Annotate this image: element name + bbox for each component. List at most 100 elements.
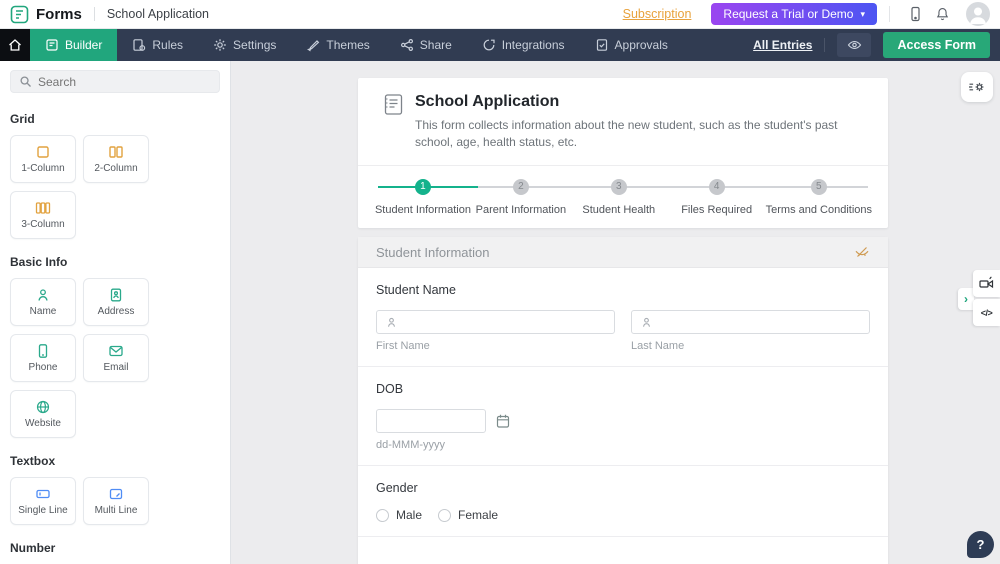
one-column-icon xyxy=(34,144,52,160)
tab-share[interactable]: Share xyxy=(385,29,467,61)
section-title-textbox: Textbox xyxy=(10,454,56,468)
eye-icon xyxy=(847,39,862,51)
fields-sidebar: Grid 1-Column 2-Column xyxy=(0,61,231,564)
home-button[interactable] xyxy=(0,29,30,61)
bell-icon xyxy=(935,6,950,22)
tab-approvals[interactable]: Approvals xyxy=(580,29,683,61)
tab-builder[interactable]: Builder xyxy=(30,29,118,61)
dob-input[interactable] xyxy=(377,410,485,432)
current-form-name: School Application xyxy=(106,7,209,21)
form-canvas: School Application This form collects in… xyxy=(231,61,1000,564)
form-title: School Application xyxy=(415,93,560,110)
caret-down-icon: ▾ xyxy=(860,8,865,19)
person-icon xyxy=(640,316,653,329)
person-icon xyxy=(385,316,398,329)
three-column-icon xyxy=(34,200,52,216)
collapse-panel-button[interactable]: › xyxy=(958,288,974,310)
form-description: This form collects information about the… xyxy=(415,118,838,150)
calendar-icon xyxy=(495,413,511,429)
code-icon: </> xyxy=(980,307,993,318)
tab-settings[interactable]: Settings xyxy=(198,29,291,61)
field-card-address[interactable]: Address xyxy=(83,278,149,326)
tab-themes[interactable]: Themes xyxy=(291,29,384,61)
student-name-field[interactable]: Student Name First Name Last Name xyxy=(358,268,888,367)
field-card-2-column[interactable]: 2-Column xyxy=(83,135,149,183)
subscription-link[interactable]: Subscription xyxy=(623,7,692,21)
form-quick-settings-button[interactable] xyxy=(961,72,993,102)
field-card-multi-line[interactable]: Multi Line xyxy=(83,477,149,525)
search-icon xyxy=(19,75,32,88)
address-card-icon xyxy=(107,287,125,303)
gear-speed-icon xyxy=(968,79,986,95)
field-card-phone[interactable]: Phone xyxy=(10,334,76,382)
rules-icon xyxy=(132,38,146,52)
first-name-caption: First Name xyxy=(376,340,430,352)
mobile-app-button[interactable] xyxy=(902,6,929,22)
field-card-3-column[interactable]: 3-Column xyxy=(10,191,76,239)
single-line-icon xyxy=(34,486,52,502)
topbar-divider xyxy=(93,7,95,21)
calendar-button[interactable] xyxy=(495,413,511,429)
form-document-icon xyxy=(383,93,404,152)
gender-field[interactable]: Gender Male Female xyxy=(358,466,888,537)
last-name-caption: Last Name xyxy=(631,340,685,352)
forms-logo-icon xyxy=(10,5,29,24)
person-icon xyxy=(34,287,52,303)
envelope-icon xyxy=(107,343,125,359)
step-parent-information[interactable]: 2 Parent Information xyxy=(472,178,570,216)
builder-nav-bar: Builder Rules Settings Themes Share Inte… xyxy=(0,29,1000,61)
top-bar: Forms School Application Subscription Re… xyxy=(0,0,1000,29)
dob-field[interactable]: DOB dd-MMM-yyyy xyxy=(358,367,888,466)
home-icon xyxy=(8,38,22,52)
search-input[interactable] xyxy=(38,74,211,89)
notifications-button[interactable] xyxy=(929,6,956,22)
multi-line-icon xyxy=(107,486,125,502)
field-card-name[interactable]: Name xyxy=(10,278,76,326)
gear-icon xyxy=(213,38,227,52)
help-button[interactable]: ? xyxy=(967,531,994,558)
field-card-website[interactable]: Website xyxy=(10,390,76,438)
right-edge-panel: </> xyxy=(973,270,1000,326)
field-card-email[interactable]: Email xyxy=(83,334,149,382)
share-icon xyxy=(400,38,414,52)
radio-icon[interactable] xyxy=(376,508,389,522)
integrations-icon xyxy=(482,38,496,52)
tab-rules[interactable]: Rules xyxy=(117,29,198,61)
user-avatar[interactable] xyxy=(966,2,990,26)
feedback-button[interactable] xyxy=(973,270,1000,297)
dob-format-caption: dd-MMM-yyyy xyxy=(376,439,446,451)
field-card-single-line[interactable]: Single Line xyxy=(10,477,76,525)
step-student-health[interactable]: 3 Student Health xyxy=(570,178,668,216)
two-column-icon xyxy=(107,144,125,160)
section-header-title: Student Information xyxy=(376,244,490,260)
tab-integrations[interactable]: Integrations xyxy=(467,29,580,61)
embed-code-button[interactable]: </> xyxy=(973,299,1000,326)
preview-button[interactable] xyxy=(837,33,872,57)
all-entries-link[interactable]: All Entries xyxy=(753,38,812,52)
step-files-required[interactable]: 4 Files Required xyxy=(668,178,766,216)
mobile-phone-icon xyxy=(908,6,923,22)
request-trial-button[interactable]: Request a Trial or Demo ▾ xyxy=(711,3,877,25)
gender-option-female[interactable]: Female xyxy=(438,508,498,522)
radio-icon[interactable] xyxy=(438,508,452,522)
section-title-basic-info: Basic Info xyxy=(10,255,68,269)
megaphone-icon xyxy=(978,276,995,291)
globe-icon xyxy=(34,399,52,415)
field-card-1-column[interactable]: 1-Column xyxy=(10,135,76,183)
access-form-button[interactable]: Access Form xyxy=(883,32,990,58)
question-mark-icon: ? xyxy=(976,537,985,552)
forms-logo[interactable]: Forms xyxy=(10,5,82,24)
step-student-information[interactable]: 1 Student Information xyxy=(374,178,472,216)
first-name-input[interactable] xyxy=(377,311,614,333)
step-terms-and-conditions[interactable]: 5 Terms and Conditions xyxy=(766,178,872,216)
last-name-input[interactable] xyxy=(632,311,869,333)
form-header-card: School Application This form collects in… xyxy=(358,78,888,228)
section-title-grid: Grid xyxy=(10,112,35,126)
eye-off-icon xyxy=(854,245,870,259)
gender-option-male[interactable]: Male xyxy=(376,508,422,522)
hide-section-button[interactable] xyxy=(854,245,870,259)
section-title-number: Number xyxy=(10,541,56,555)
phone-icon xyxy=(34,343,52,359)
builder-icon xyxy=(45,38,59,52)
field-search xyxy=(10,70,220,93)
